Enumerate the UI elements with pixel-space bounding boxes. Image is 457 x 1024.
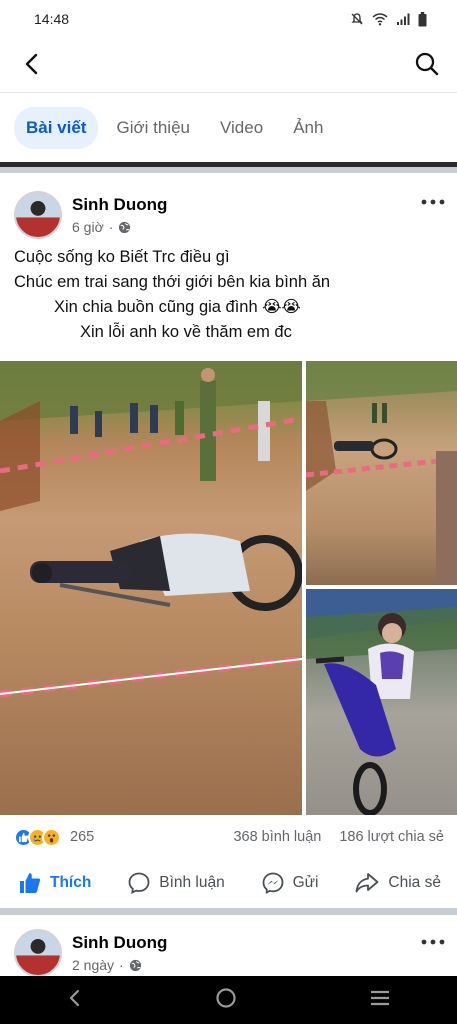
- back-button[interactable]: [16, 48, 48, 80]
- post-header: Sinh Duong 6 giờ ·: [14, 191, 167, 239]
- post-meta: 6 giờ ·: [72, 219, 167, 235]
- post-actions: Thích Bình luận Gửi Chia sẻ: [0, 857, 457, 909]
- tab-photos[interactable]: Ảnh: [281, 107, 335, 149]
- post-time[interactable]: 2 ngày: [72, 957, 114, 973]
- signal-icon: [397, 13, 410, 25]
- meta-dot: ·: [119, 957, 124, 973]
- post-header: Sinh Duong 2 ngày ·: [14, 929, 167, 976]
- search-icon: [415, 52, 439, 76]
- profile-tabs: Bài viết Giới thiệu Video Ảnh: [0, 92, 457, 164]
- home-circle-icon: [216, 987, 237, 1008]
- like-label: Thích: [50, 874, 92, 891]
- thumbs-up-icon: [20, 873, 41, 893]
- nav-recents-button[interactable]: [369, 989, 391, 1012]
- author-name[interactable]: Sinh Duong: [72, 933, 167, 953]
- post-text-line: Chúc em trai sang thới giới bên kia bình…: [14, 273, 331, 291]
- chevron-left-icon: [69, 989, 79, 1006]
- share-label: Chia sẻ: [388, 874, 441, 891]
- avatar[interactable]: [14, 929, 62, 976]
- avatar[interactable]: [14, 191, 62, 239]
- meta-dot: ·: [108, 219, 114, 235]
- comment-button[interactable]: Bình luận: [127, 871, 225, 895]
- system-nav-bar: [0, 976, 457, 1024]
- post-text-line: Xin lỗi anh ko về thăm em đc: [80, 323, 292, 341]
- photo-grid: [0, 361, 457, 815]
- comment-count[interactable]: 368 bình luận: [233, 829, 321, 845]
- post-text: Cuộc sống ko Biết Trc điều gì Chúc em tr…: [14, 245, 444, 345]
- chevron-left-icon: [25, 53, 38, 75]
- photo-3[interactable]: [306, 589, 457, 815]
- wifi-icon: [372, 13, 388, 26]
- photo-3-scene: [306, 589, 457, 815]
- comment-label: Bình luận: [159, 874, 225, 891]
- search-button[interactable]: [411, 48, 443, 80]
- post-card: Sinh Duong 6 giờ · Cuộc sống ko Biết Trc…: [0, 173, 457, 908]
- top-bar: [0, 38, 457, 90]
- post-meta: 2 ngày ·: [72, 957, 167, 973]
- mute-icon: [351, 13, 363, 25]
- feed-divider: [0, 908, 457, 915]
- more-options-button[interactable]: [421, 185, 445, 211]
- globe-icon: [119, 221, 131, 233]
- share-icon: [356, 873, 379, 893]
- globe-icon: [129, 959, 141, 971]
- tab-posts[interactable]: Bài viết: [14, 107, 99, 149]
- wow-reaction-icon: [42, 827, 61, 847]
- tab-video[interactable]: Video: [208, 107, 275, 149]
- send-button[interactable]: Gửi: [261, 871, 319, 895]
- photo-2[interactable]: [306, 361, 457, 585]
- nav-back-button[interactable]: [66, 988, 84, 1013]
- share-button[interactable]: Chia sẻ: [354, 871, 441, 895]
- photo-1[interactable]: [0, 361, 302, 815]
- send-label: Gửi: [292, 874, 319, 891]
- share-count[interactable]: 186 lượt chia sẻ: [339, 829, 444, 845]
- like-button[interactable]: Thích: [18, 871, 91, 895]
- reaction-summary[interactable]: 265 368 bình luận 186 lượt chia sẻ: [14, 823, 444, 851]
- battery-icon: [418, 11, 427, 26]
- status-bar: 14:48: [0, 0, 457, 38]
- status-icons: [350, 11, 427, 27]
- reaction-icons: [14, 827, 61, 847]
- status-time: 14:48: [34, 11, 70, 27]
- post-card: Sinh Duong 2 ngày ·: [0, 915, 457, 976]
- messenger-icon: [262, 872, 284, 895]
- photo-1-scene: [0, 361, 302, 698]
- menu-lines-icon: [371, 990, 390, 1005]
- post-text-line: Cuộc sống ko Biết Trc điều gì: [14, 248, 230, 266]
- nav-home-button[interactable]: [215, 987, 237, 1014]
- reaction-count: 265: [70, 829, 95, 845]
- more-icon: [421, 199, 445, 205]
- post-text-line: Xin chia buồn cũng gia đình 😭😭: [54, 298, 301, 316]
- photo-2-scene: [306, 361, 457, 585]
- tab-about[interactable]: Giới thiệu: [104, 107, 202, 149]
- post-time[interactable]: 6 giờ: [72, 219, 104, 235]
- more-icon: [421, 939, 445, 945]
- author-name[interactable]: Sinh Duong: [72, 195, 167, 215]
- more-options-button[interactable]: [421, 925, 445, 951]
- comment-icon: [128, 872, 150, 895]
